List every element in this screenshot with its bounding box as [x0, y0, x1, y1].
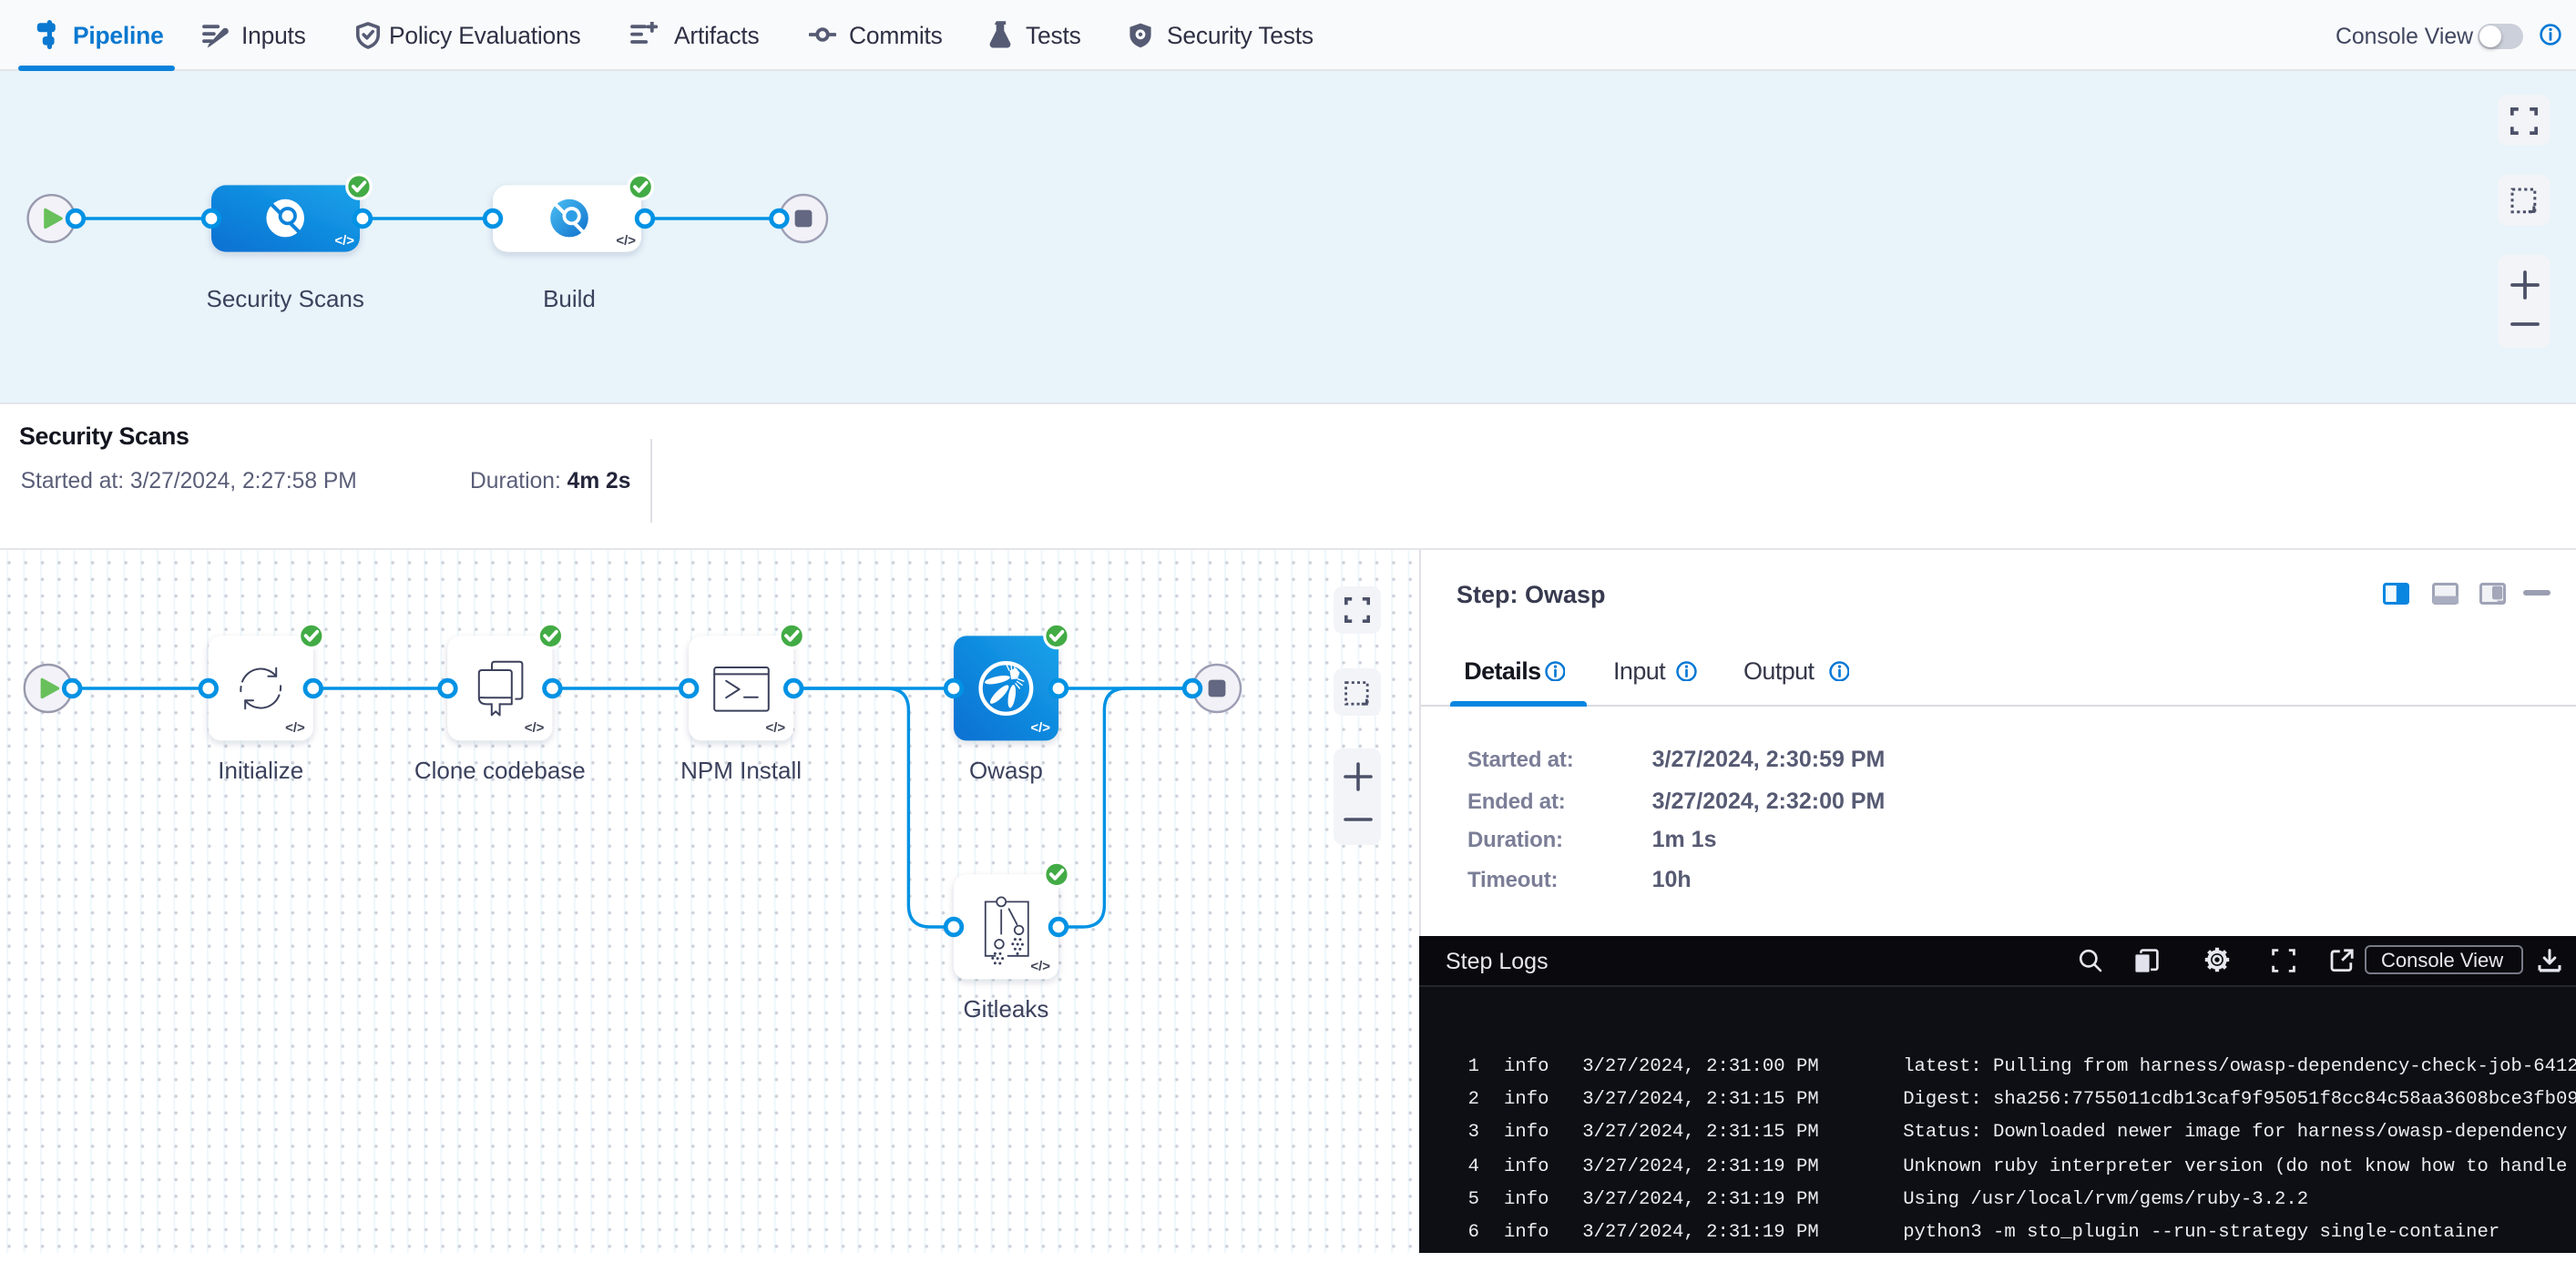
svg-text:</>: </>	[1030, 720, 1050, 736]
svg-text:</>: </>	[525, 720, 545, 736]
svg-text:Gitleaks: Gitleaks	[963, 995, 1048, 1023]
svg-text:</>: </>	[334, 232, 354, 248]
svg-text:NPM Install: NPM Install	[680, 757, 802, 784]
svg-text:Initialize: Initialize	[218, 757, 303, 784]
svg-text:Owasp: Owasp	[969, 757, 1043, 784]
svg-text:</>: </>	[766, 720, 786, 736]
svg-text:</>: </>	[285, 720, 305, 736]
svg-text:Clone codebase: Clone codebase	[414, 757, 586, 784]
svg-text:Build: Build	[543, 284, 596, 311]
svg-text:</>: </>	[616, 232, 636, 248]
svg-text:</>: </>	[1030, 959, 1050, 974]
svg-text:Security Scans: Security Scans	[206, 284, 363, 311]
